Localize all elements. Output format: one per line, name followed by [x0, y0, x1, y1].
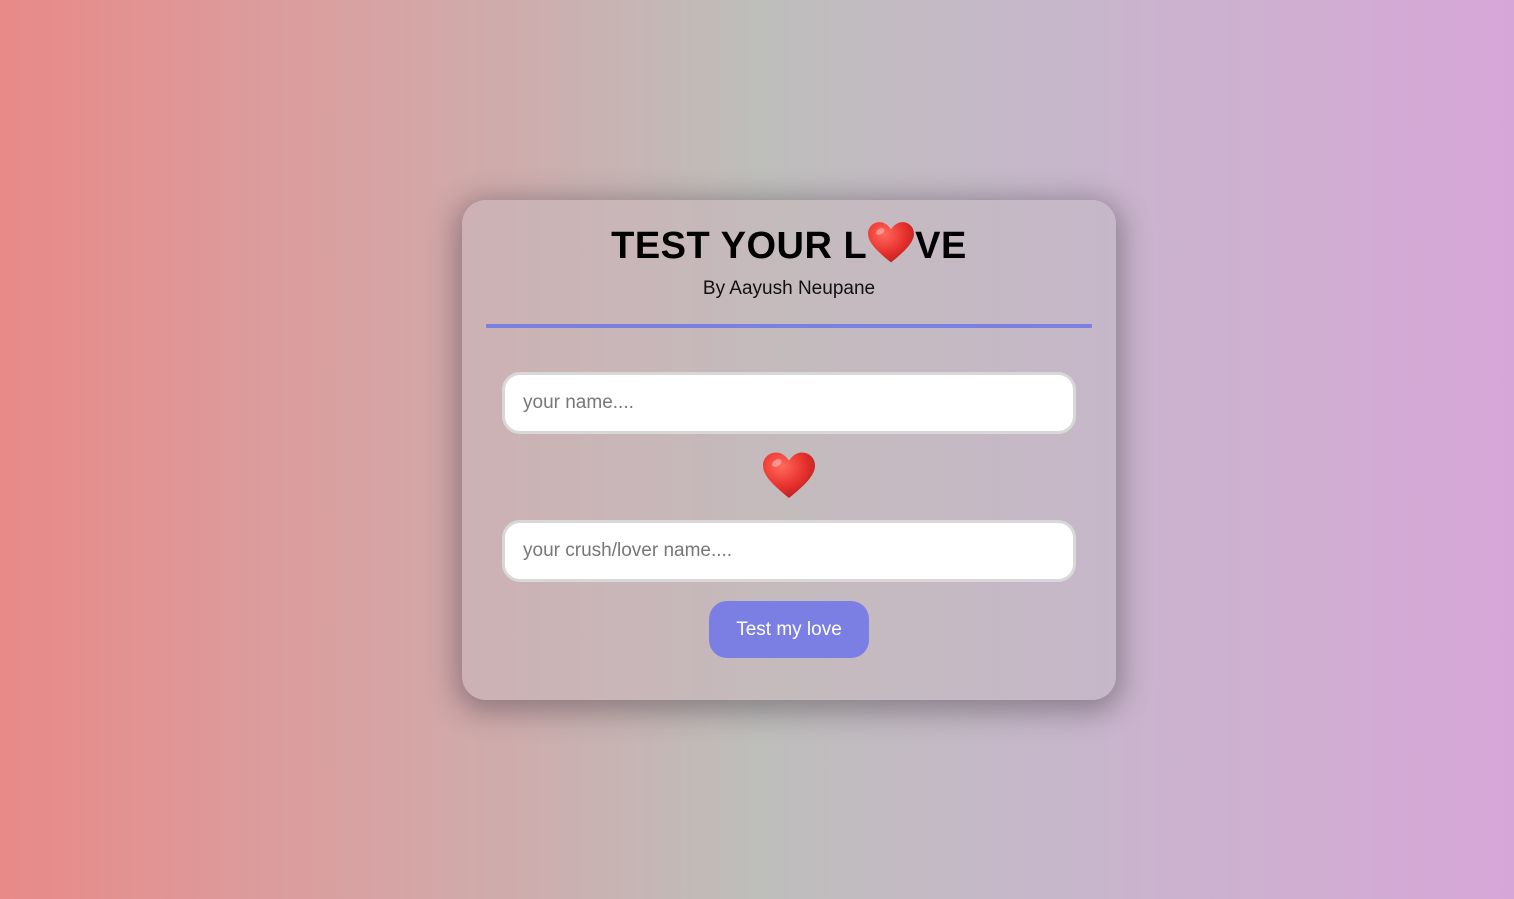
test-my-love-button[interactable]: Test my love — [709, 601, 869, 658]
title-prefix: TEST YOUR L — [611, 225, 868, 267]
heart-icon — [868, 222, 915, 263]
heart-icon — [763, 452, 815, 498]
title-suffix: VE — [915, 225, 967, 267]
crush-name-input[interactable] — [502, 520, 1076, 582]
your-name-input[interactable] — [502, 372, 1076, 434]
page-title: TEST YOUR L VE — [462, 222, 1116, 269]
love-test-card: TEST YOUR L VE By Aayush Neupane your na… — [462, 200, 1116, 700]
header-divider — [486, 324, 1092, 328]
author-credit: By Aayush Neupane — [702, 278, 876, 299]
